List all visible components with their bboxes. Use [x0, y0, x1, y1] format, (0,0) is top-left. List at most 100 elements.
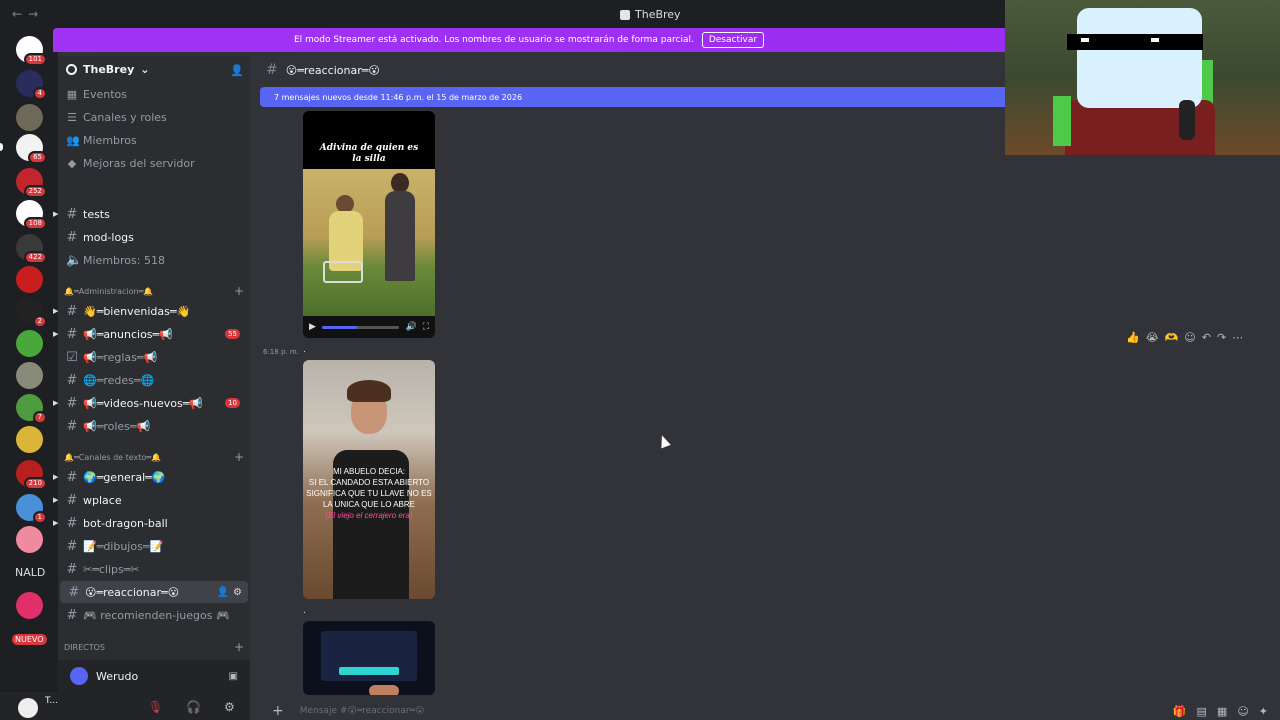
channel-wplace[interactable]: ▶ # wplace	[53, 489, 246, 511]
add-channel-icon[interactable]: +	[234, 450, 244, 464]
deactivate-button[interactable]: Desactivar	[701, 32, 765, 48]
forward-arrow-icon[interactable]: →	[28, 7, 44, 21]
channel-members-count[interactable]: 🔈 Miembros: 518	[58, 249, 246, 271]
message-composer[interactable]: + Mensaje #😮═reaccionar═😮 🎁 ▤ ▦ ☺ ✦	[262, 702, 1272, 720]
hash-icon: #	[66, 538, 78, 554]
channel-reglas[interactable]: ☑ 📢═reglas═📢	[58, 346, 246, 368]
invite-member-icon[interactable]: 👤	[217, 587, 229, 598]
microphone	[1179, 100, 1195, 140]
channel-anuncios[interactable]: ▶ # 📢═anuncios═📢 55	[53, 323, 246, 345]
server-badge: 422	[23, 251, 47, 264]
menu-members[interactable]: 👥 Miembros	[58, 129, 250, 152]
menu-events[interactable]: ▦ Eventos	[58, 83, 250, 106]
sticker-icon[interactable]: ▦	[1217, 705, 1227, 718]
avatar[interactable]	[18, 698, 38, 718]
category-label: DIRECTOS	[64, 642, 105, 652]
add-channel-icon[interactable]: +	[234, 284, 244, 298]
channel-dibujos[interactable]: # 📝═dibujos═📝	[58, 535, 246, 557]
emoji-icon[interactable]: ☺	[1237, 705, 1248, 718]
server-icon[interactable]: 422	[16, 234, 47, 264]
gift-icon[interactable]: 🎁	[1173, 705, 1187, 718]
channel-label: wplace	[83, 493, 122, 507]
category-directos[interactable]: DIRECTOS +	[64, 639, 248, 655]
add-channel-icon[interactable]: +	[234, 640, 244, 654]
server-icon[interactable]	[16, 104, 43, 131]
add-attachment-icon[interactable]: +	[272, 703, 284, 719]
server-icon[interactable]	[16, 426, 43, 453]
video-attachment[interactable]: Adivina de quien es la silla ▶ 🔊 ⛶	[303, 111, 435, 338]
server-badge: 252	[23, 185, 47, 198]
fullscreen-icon[interactable]: ⛶	[423, 322, 429, 332]
menu-server-boosts[interactable]: ◆ Mejoras del servidor	[58, 152, 250, 175]
volume-icon[interactable]: 🔊	[405, 322, 416, 332]
reaction-heart-hands[interactable]: 🫶	[1165, 331, 1179, 344]
gear-icon[interactable]: ⚙	[224, 700, 235, 714]
channel-reaccionar[interactable]: # 😮═reaccionar═😮 👤 ⚙	[60, 581, 248, 603]
screen-share-icon[interactable]: ▣	[229, 671, 238, 682]
nav-arrows[interactable]: ←→	[12, 7, 44, 21]
video-progress-bar[interactable]	[321, 325, 400, 329]
mute-icon[interactable]: 🎙	[148, 700, 163, 714]
server-icon[interactable]: 2	[16, 298, 47, 328]
server-icon[interactable]: 252	[16, 168, 47, 198]
server-badge: 210	[23, 477, 47, 490]
gear-icon[interactable]: ⚙	[233, 587, 242, 598]
server-icon[interactable]: 101	[16, 36, 47, 66]
menu-label: Miembros	[83, 134, 137, 147]
server-icon[interactable]: 4	[16, 70, 47, 100]
server-icon[interactable]: 1	[16, 494, 47, 524]
video-frame	[339, 667, 399, 675]
back-arrow-icon[interactable]: ←	[12, 7, 28, 21]
server-icon[interactable]: 65	[16, 134, 47, 164]
server-icon[interactable]	[16, 330, 43, 357]
server-icon[interactable]	[16, 362, 43, 389]
video-attachment[interactable]: MI ABUELO DECIA: SI EL CANDADO ESTA ABIE…	[303, 360, 435, 599]
channel-recomienden-juegos[interactable]: # 🎮 recomienden-juegos 🎮	[58, 604, 246, 626]
hash-icon: #	[66, 515, 78, 531]
server-icon[interactable]: 210	[16, 460, 47, 490]
forward-icon[interactable]: ↷	[1217, 331, 1226, 344]
channel-redes[interactable]: # 🌐═redes═🌐	[58, 369, 246, 391]
more-icon[interactable]: ⋯	[1232, 331, 1243, 344]
server-folder-label[interactable]: NALD	[15, 566, 45, 579]
message-input[interactable]: Mensaje #😮═reaccionar═😮	[300, 706, 425, 716]
category-text[interactable]: 🔔═Canales de texto═🔔 +	[64, 449, 248, 465]
server-header[interactable]: TheBrey ⌄ 👤	[58, 56, 250, 83]
server-icon[interactable]	[16, 266, 43, 293]
channel-bienvenidas[interactable]: ▶ # 👋═bienvenidas═👋	[53, 300, 246, 322]
gif-icon[interactable]: ▤	[1197, 705, 1207, 718]
apps-icon[interactable]: ✦	[1259, 705, 1268, 718]
new-messages-bar[interactable]: 7 mensajes nuevos desde 11:46 p.m. el 15…	[260, 87, 1005, 107]
channel-label: ✂═clips═✂	[83, 562, 140, 576]
channel-bot-dragon-ball[interactable]: ▶ # bot-dragon-ball	[53, 512, 246, 534]
server-rail: 101 4 65 252 108 422 2 7 210 1 NALD NUEV…	[0, 28, 58, 720]
channel-label: mod-logs	[83, 230, 134, 244]
channel-label: 📝═dibujos═📝	[83, 539, 164, 553]
channel-videos-nuevos[interactable]: ▶ # 📢═videos-nuevos═📢 10	[53, 392, 246, 414]
message-text: .	[303, 606, 306, 616]
mention-badge: 10	[225, 398, 240, 408]
menu-channels-roles[interactable]: ☰ Canales y roles	[58, 106, 250, 129]
server-icon[interactable]: 108	[16, 200, 47, 230]
channel-tests[interactable]: ▶ # tests	[53, 203, 246, 225]
category-admin[interactable]: 🔔═Administracion═🔔 +	[64, 283, 248, 299]
video-attachment[interactable]	[303, 621, 435, 695]
channel-general[interactable]: ▶ # 🌍═general═🌍	[53, 466, 246, 488]
deafen-icon[interactable]: 🎧	[186, 700, 201, 714]
hash-icon: #	[66, 492, 78, 508]
voice-status[interactable]: Werudo ▣	[58, 660, 250, 692]
channel-roles[interactable]: # 📢═roles═📢	[58, 415, 246, 437]
server-icon[interactable]	[16, 526, 43, 553]
play-icon[interactable]: ▶	[309, 322, 316, 332]
channel-label: 😮═reaccionar═😮	[85, 585, 180, 599]
channel-clips[interactable]: # ✂═clips═✂	[58, 558, 246, 580]
channel-mod-logs[interactable]: # mod-logs	[58, 226, 246, 248]
reaction-thumbs-up[interactable]: 👍	[1126, 331, 1140, 344]
server-icon[interactable]: 7	[16, 394, 47, 424]
channel-sidebar: TheBrey ⌄ 👤 ▦ Eventos ☰ Canales y roles 👥 Mi…	[53, 56, 250, 720]
reply-icon[interactable]: ↶	[1202, 331, 1211, 344]
reaction-cry[interactable]: 😭	[1146, 331, 1159, 344]
add-reaction-icon[interactable]: ☺	[1184, 331, 1195, 344]
server-icon[interactable]	[16, 592, 43, 619]
invite-icon[interactable]: 👤	[230, 64, 244, 77]
